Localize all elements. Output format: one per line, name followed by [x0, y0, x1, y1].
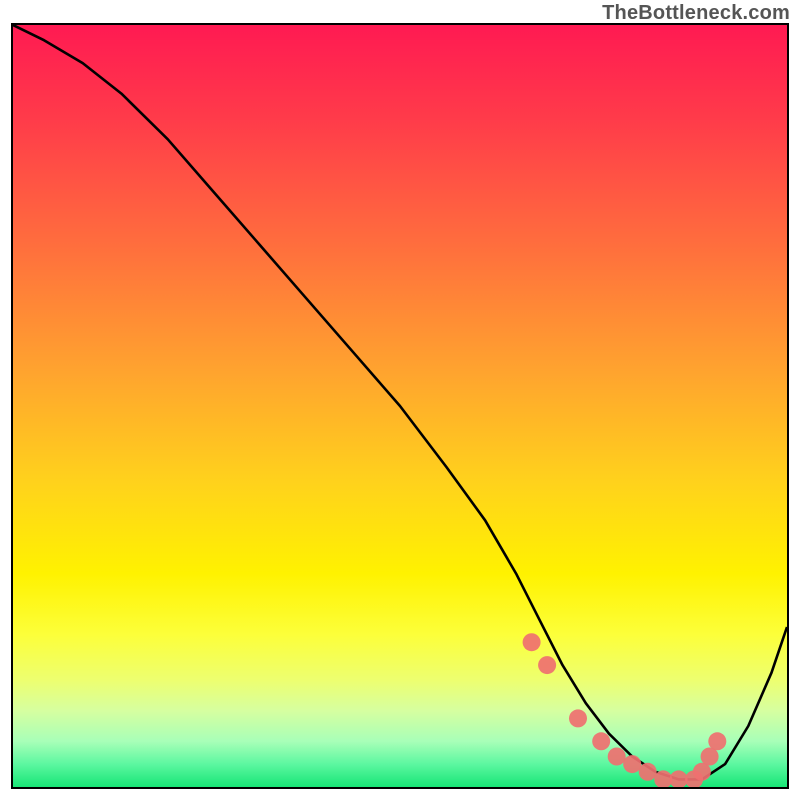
data-dot — [708, 732, 726, 750]
chart-container: TheBottleneck.com — [0, 0, 800, 800]
data-dot — [701, 748, 719, 766]
data-dot — [592, 732, 610, 750]
data-dot — [693, 763, 711, 781]
data-dot — [639, 763, 657, 781]
data-dot — [608, 748, 626, 766]
data-dot — [538, 656, 556, 674]
data-dot — [670, 770, 688, 787]
attribution-label: TheBottleneck.com — [602, 2, 790, 25]
data-dot — [623, 755, 641, 773]
plot-area — [11, 23, 789, 789]
data-dot — [569, 709, 587, 727]
data-dot — [523, 633, 541, 651]
data-dots — [13, 25, 787, 787]
data-dot — [654, 770, 672, 787]
